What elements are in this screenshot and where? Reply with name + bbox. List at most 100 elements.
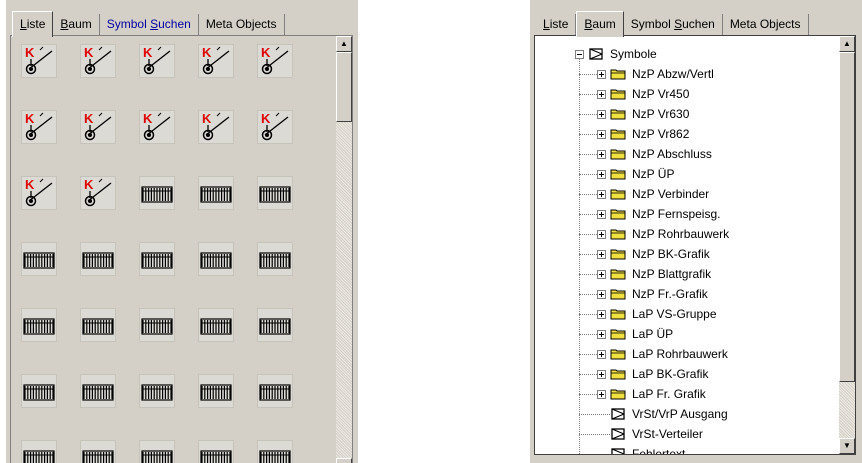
- valve-k-symbol-icon[interactable]: K: [21, 44, 57, 78]
- tree-folder-item[interactable]: NzP Vr630: [597, 104, 691, 124]
- tree-symbol-item[interactable]: VrSt/VrP Ausgang: [610, 404, 730, 424]
- expand-toggle[interactable]: [597, 209, 606, 219]
- folder-icon: [610, 129, 626, 140]
- rack-symbol-icon[interactable]: [21, 308, 57, 342]
- tree-root-symbole[interactable]: Symbole: [575, 44, 659, 64]
- valve-k-symbol-icon[interactable]: K: [80, 44, 116, 78]
- vertical-scrollbar[interactable]: ▲ ▼: [336, 36, 352, 463]
- rack-symbol-icon[interactable]: [198, 242, 234, 276]
- folder-icon: [610, 309, 626, 320]
- expand-toggle[interactable]: [597, 369, 606, 379]
- tree-folder-item[interactable]: NzP Abzw/Vertl: [597, 64, 716, 84]
- tree-folder-item[interactable]: LaP ÜP: [597, 324, 675, 344]
- expand-toggle[interactable]: [597, 309, 606, 319]
- tree-folder-item[interactable]: NzP Verbinder: [597, 184, 711, 204]
- scroll-up-button[interactable]: ▲: [839, 36, 855, 52]
- valve-k-symbol-icon[interactable]: K: [139, 44, 175, 78]
- tab-meta-objects[interactable]: Meta Objects: [723, 14, 809, 36]
- tree-item-label: NzP Blattgrafik: [632, 267, 712, 281]
- rack-symbol-icon[interactable]: [139, 242, 175, 276]
- expand-toggle[interactable]: [597, 249, 606, 259]
- rack-symbol-icon[interactable]: [198, 374, 234, 408]
- expand-toggle[interactable]: [597, 109, 606, 119]
- tree-symbol-item[interactable]: VrSt-Verteiler: [610, 424, 705, 444]
- rack-symbol-icon[interactable]: [257, 374, 293, 408]
- tree-folder-item[interactable]: NzP Vr862: [597, 124, 691, 144]
- rack-symbol-icon[interactable]: [257, 308, 293, 342]
- rack-symbol-icon[interactable]: [139, 308, 175, 342]
- rack-symbol-icon[interactable]: [198, 176, 234, 210]
- rack-symbol-icon[interactable]: [198, 308, 234, 342]
- scroll-down-button[interactable]: ▼: [336, 458, 352, 463]
- valve-k-symbol-icon[interactable]: K: [198, 110, 234, 144]
- rack-symbol-icon[interactable]: [139, 374, 175, 408]
- scroll-thumb[interactable]: [336, 52, 352, 122]
- tab-baum[interactable]: Baum: [53, 14, 100, 36]
- tree-symbol-item[interactable]: Fehlertext: [610, 444, 687, 454]
- rack-symbol-icon[interactable]: [80, 374, 116, 408]
- expand-toggle[interactable]: [597, 269, 606, 279]
- svg-text:K: K: [84, 177, 94, 192]
- tab-meta-objects[interactable]: Meta Objects: [199, 14, 285, 36]
- tab-liste[interactable]: Liste: [536, 14, 577, 36]
- tree-folder-item[interactable]: NzP ÜP: [597, 164, 676, 184]
- vertical-scrollbar[interactable]: ▲ ▼: [839, 36, 855, 454]
- tree-connector-line: [579, 58, 580, 454]
- expand-toggle[interactable]: [597, 389, 606, 399]
- rack-symbol-icon[interactable]: [80, 242, 116, 276]
- rack-symbol-icon[interactable]: [21, 374, 57, 408]
- expand-toggle[interactable]: [597, 169, 606, 179]
- valve-k-symbol-icon[interactable]: K: [21, 110, 57, 144]
- rack-symbol-icon[interactable]: [257, 440, 293, 463]
- tree-connector-line: [579, 254, 597, 255]
- valve-k-symbol-icon[interactable]: K: [257, 110, 293, 144]
- rack-symbol-icon[interactable]: [21, 242, 57, 276]
- tree-folder-item[interactable]: LaP Fr. Grafik: [597, 384, 708, 404]
- expand-toggle[interactable]: [597, 189, 606, 199]
- tree-folder-item[interactable]: LaP BK-Grafik: [597, 364, 710, 384]
- rack-symbol-icon[interactable]: [139, 440, 175, 463]
- scroll-down-button[interactable]: ▼: [839, 438, 855, 454]
- valve-k-symbol-icon[interactable]: K: [21, 176, 57, 210]
- expand-toggle[interactable]: [597, 129, 606, 139]
- svg-text:K: K: [202, 45, 212, 60]
- tree-folder-item[interactable]: NzP Abschluss: [597, 144, 714, 164]
- scroll-up-button[interactable]: ▲: [336, 36, 352, 52]
- expand-toggle[interactable]: [597, 289, 606, 299]
- valve-k-symbol-icon[interactable]: K: [139, 110, 175, 144]
- rack-symbol-icon[interactable]: [80, 308, 116, 342]
- tree-folder-item[interactable]: NzP BK-Grafik: [597, 244, 712, 264]
- tree-folder-item[interactable]: NzP Rohrbauwerk: [597, 224, 731, 244]
- tree-folder-item[interactable]: LaP Rohrbauwerk: [597, 344, 730, 364]
- rack-symbol-icon[interactable]: [21, 440, 57, 463]
- rack-symbol-icon[interactable]: [139, 176, 175, 210]
- tree-folder-item[interactable]: NzP Vr450: [597, 84, 691, 104]
- rack-symbol-icon[interactable]: [257, 176, 293, 210]
- tab-symbol-suchen[interactable]: Symbol Suchen: [624, 14, 723, 36]
- tab-liste[interactable]: Liste: [12, 11, 54, 37]
- expand-toggle[interactable]: [597, 89, 606, 99]
- tree-item-label: LaP VS-Gruppe: [632, 307, 717, 321]
- tree-folder-item[interactable]: NzP Blattgrafik: [597, 264, 713, 284]
- tree-connector-line: [579, 234, 597, 235]
- tree-folder-item[interactable]: NzP Fr.-Grafik: [597, 284, 710, 304]
- tab-symbol-suchen[interactable]: Symbol Suchen: [100, 14, 199, 36]
- expand-toggle[interactable]: [597, 69, 606, 79]
- scroll-thumb[interactable]: [839, 52, 855, 382]
- valve-k-symbol-icon[interactable]: K: [80, 176, 116, 210]
- valve-k-symbol-icon[interactable]: K: [80, 110, 116, 144]
- valve-k-symbol-icon[interactable]: K: [257, 44, 293, 78]
- rack-symbol-icon[interactable]: [257, 242, 293, 276]
- tree-item-label: VrSt-Verteiler: [632, 427, 703, 441]
- rack-symbol-icon[interactable]: [80, 440, 116, 463]
- tree-connector-line: [579, 294, 597, 295]
- tree-folder-item[interactable]: NzP Fernspeisg.: [597, 204, 722, 224]
- expand-toggle[interactable]: [597, 149, 606, 159]
- tree-folder-item[interactable]: LaP VS-Gruppe: [597, 304, 719, 324]
- rack-symbol-icon[interactable]: [198, 440, 234, 463]
- expand-toggle[interactable]: [597, 349, 606, 359]
- expand-toggle[interactable]: [597, 229, 606, 239]
- valve-k-symbol-icon[interactable]: K: [198, 44, 234, 78]
- tab-baum[interactable]: Baum: [576, 11, 624, 37]
- expand-toggle[interactable]: [597, 329, 606, 339]
